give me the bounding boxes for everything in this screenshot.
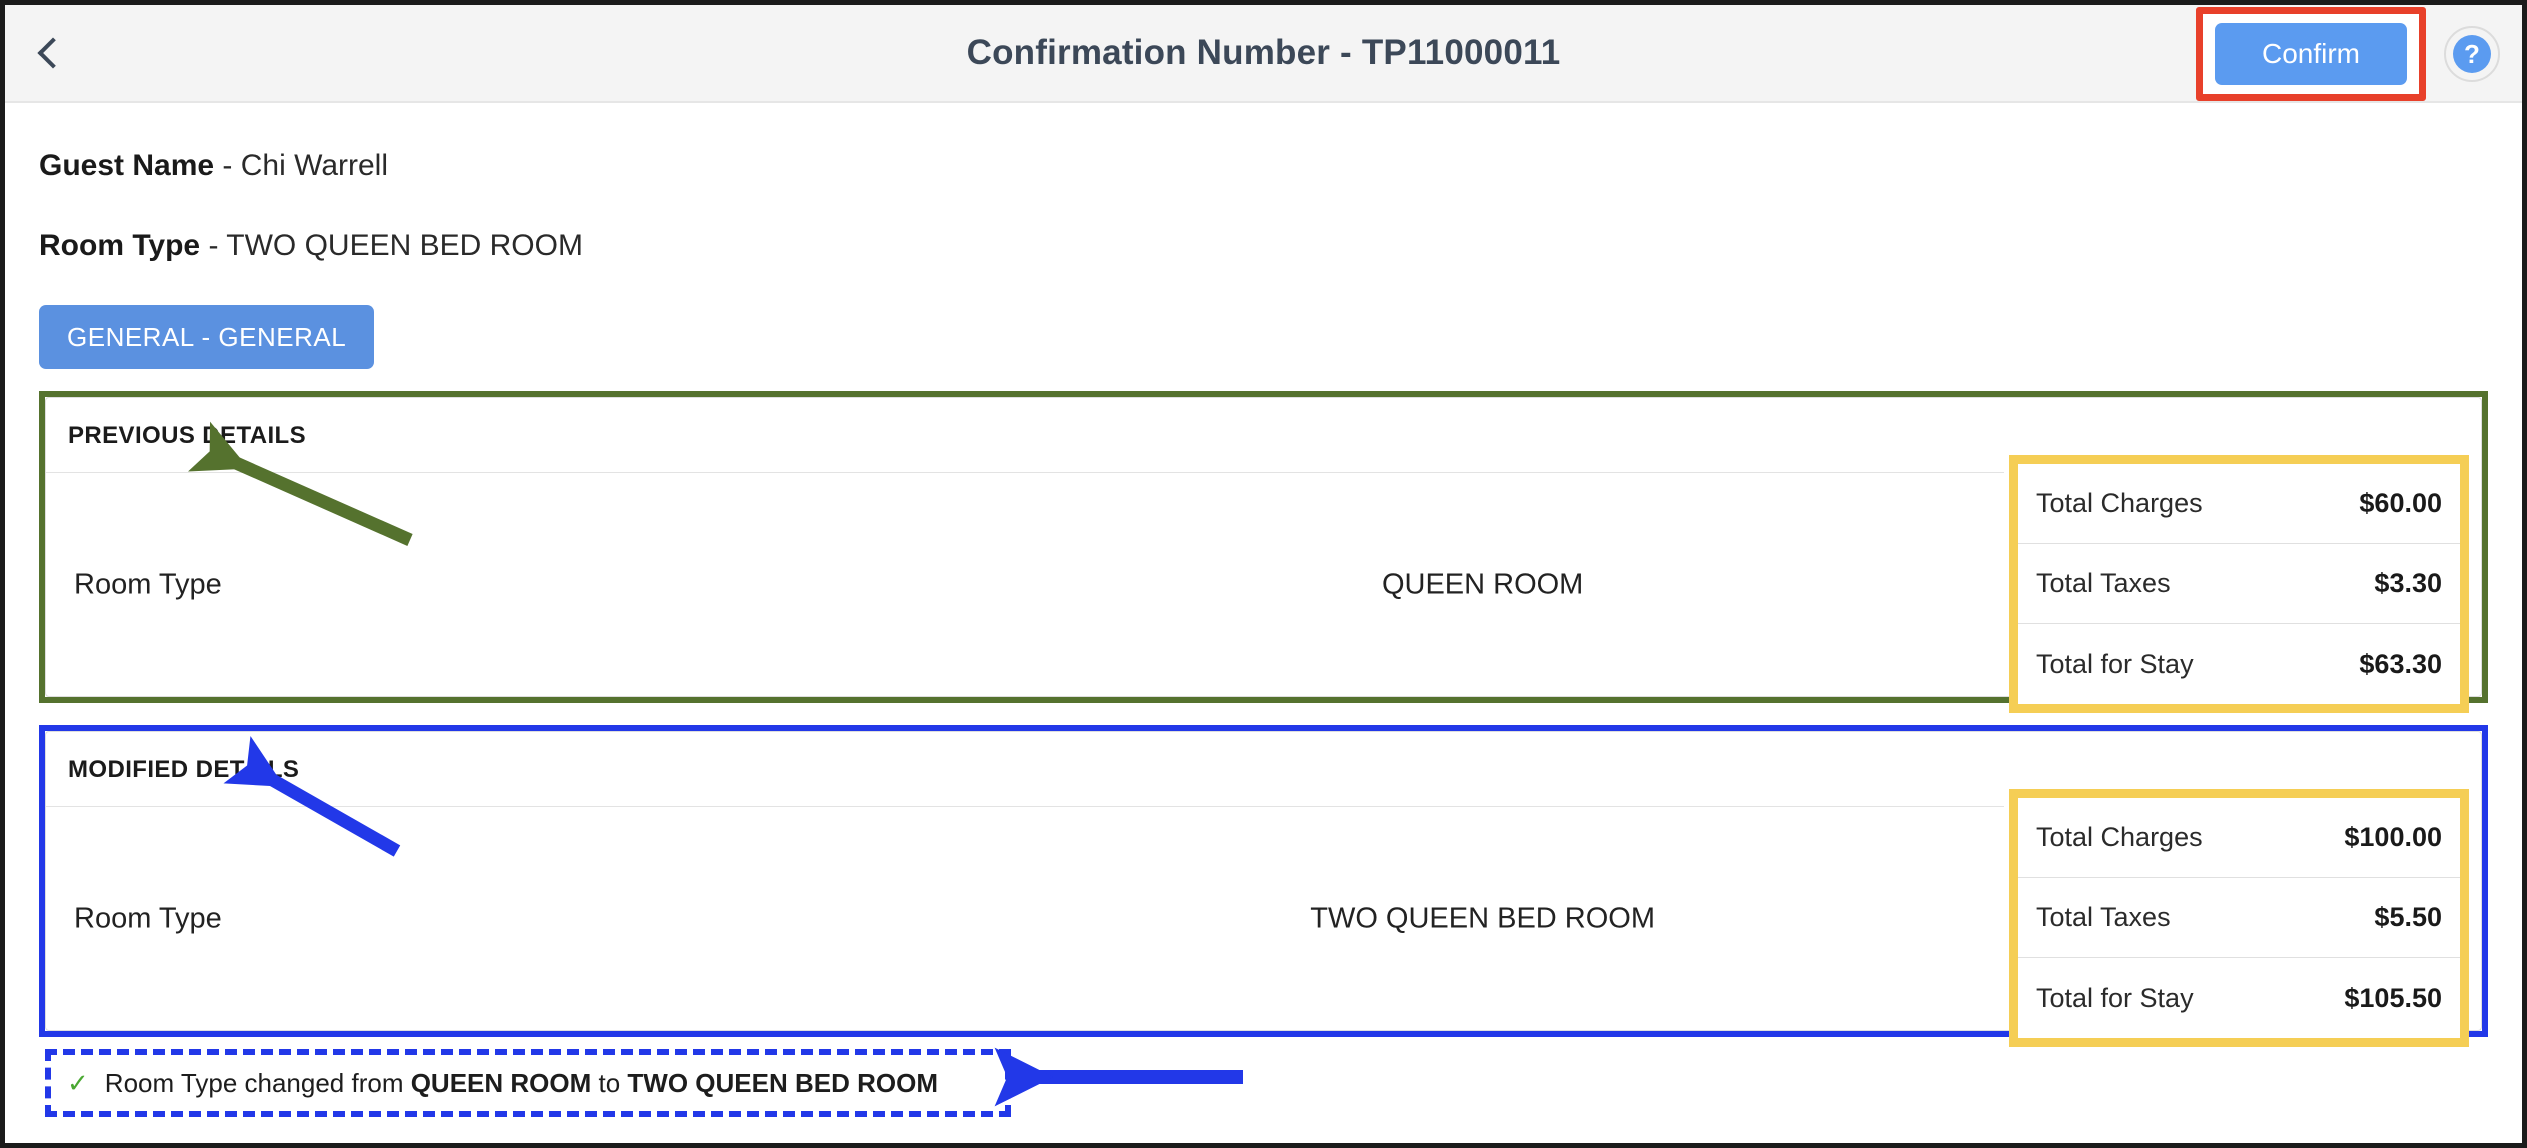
guest-name-sep: -	[222, 149, 232, 182]
confirm-button-highlight: Confirm	[2196, 7, 2426, 101]
help-button[interactable]: ?	[2444, 26, 2500, 82]
guest-name-value: Chi Warrell	[241, 149, 388, 182]
totals-row: Total for Stay $63.30	[2018, 624, 2460, 704]
totals-amount: $60.00	[2359, 488, 2442, 519]
previous-row-value: QUEEN ROOM	[971, 568, 1994, 601]
totals-label: Total Charges	[2036, 488, 2203, 519]
previous-details-annotation: PREVIOUS DETAILS Room Type QUEEN ROOM To…	[39, 391, 2488, 703]
page-header: Confirmation Number - TP11000011 Confirm…	[5, 5, 2522, 103]
modified-details-body: Room Type TWO QUEEN BED ROOM Total Charg…	[46, 806, 2481, 1030]
rate-plan-button[interactable]: GENERAL - GENERAL	[39, 305, 374, 369]
room-type-value: TWO QUEEN BED ROOM	[226, 229, 583, 262]
room-type-label: Room Type	[39, 229, 200, 262]
guest-name-label: Guest Name	[39, 149, 214, 182]
totals-amount: $100.00	[2344, 822, 2442, 853]
totals-row: Total Taxes $3.30	[2018, 544, 2460, 624]
room-type-line: Room Type - TWO QUEEN BED ROOM	[39, 183, 2488, 263]
totals-amount: $5.50	[2374, 902, 2442, 933]
change-note-from: QUEEN ROOM	[411, 1068, 592, 1098]
totals-amount: $105.50	[2344, 983, 2442, 1014]
totals-row: Total Taxes $5.50	[2018, 878, 2460, 958]
modified-row-label: Room Type	[46, 902, 971, 935]
page-title: Confirmation Number - TP11000011	[5, 33, 2522, 73]
totals-label: Total for Stay	[2036, 649, 2194, 680]
totals-label: Total Taxes	[2036, 902, 2171, 933]
change-note-middle: to	[591, 1068, 627, 1098]
question-mark-icon: ?	[2453, 35, 2491, 73]
totals-amount: $63.30	[2359, 649, 2442, 680]
confirm-button[interactable]: Confirm	[2215, 23, 2407, 85]
modified-totals-box: Total Charges $100.00 Total Taxes $5.50 …	[2009, 789, 2469, 1047]
totals-row: Total Charges $100.00	[2018, 798, 2460, 878]
previous-totals-box: Total Charges $60.00 Total Taxes $3.30 T…	[2009, 455, 2469, 713]
totals-row: Total for Stay $105.50	[2018, 958, 2460, 1038]
modified-row-value: TWO QUEEN BED ROOM	[971, 902, 1994, 935]
previous-details-card: PREVIOUS DETAILS Room Type QUEEN ROOM To…	[45, 397, 2482, 697]
totals-label: Total for Stay	[2036, 983, 2194, 1014]
totals-label: Total Taxes	[2036, 568, 2171, 599]
change-note-annotation: ✓ Room Type changed from QUEEN ROOM to T…	[45, 1049, 1011, 1117]
modified-details-annotation: MODIFIED DETAILS Room Type TWO QUEEN BED…	[39, 725, 2488, 1037]
totals-row: Total Charges $60.00	[2018, 464, 2460, 544]
change-note-text: Room Type changed from QUEEN ROOM to TWO…	[105, 1068, 938, 1099]
check-icon: ✓	[67, 1070, 89, 1096]
page-body: Guest Name - Chi Warrell Room Type - TWO…	[5, 103, 2522, 1121]
header-actions: Confirm ?	[2196, 5, 2500, 103]
previous-row-label: Room Type	[46, 568, 971, 601]
change-note-prefix: Room Type changed from	[105, 1068, 411, 1098]
previous-details-body: Room Type QUEEN ROOM Total Charges $60.0…	[46, 472, 2481, 696]
guest-name-line: Guest Name - Chi Warrell	[39, 103, 2488, 183]
totals-label: Total Charges	[2036, 822, 2203, 853]
totals-amount: $3.30	[2374, 568, 2442, 599]
confirmation-screen: Confirmation Number - TP11000011 Confirm…	[0, 0, 2527, 1148]
back-button[interactable]	[5, 4, 93, 102]
modified-details-card: MODIFIED DETAILS Room Type TWO QUEEN BED…	[45, 731, 2482, 1031]
change-note-area: ✓ Room Type changed from QUEEN ROOM to T…	[39, 1049, 2488, 1121]
room-type-sep: -	[208, 229, 218, 262]
change-note-to: TWO QUEEN BED ROOM	[627, 1068, 938, 1098]
chevron-left-icon	[37, 37, 68, 68]
